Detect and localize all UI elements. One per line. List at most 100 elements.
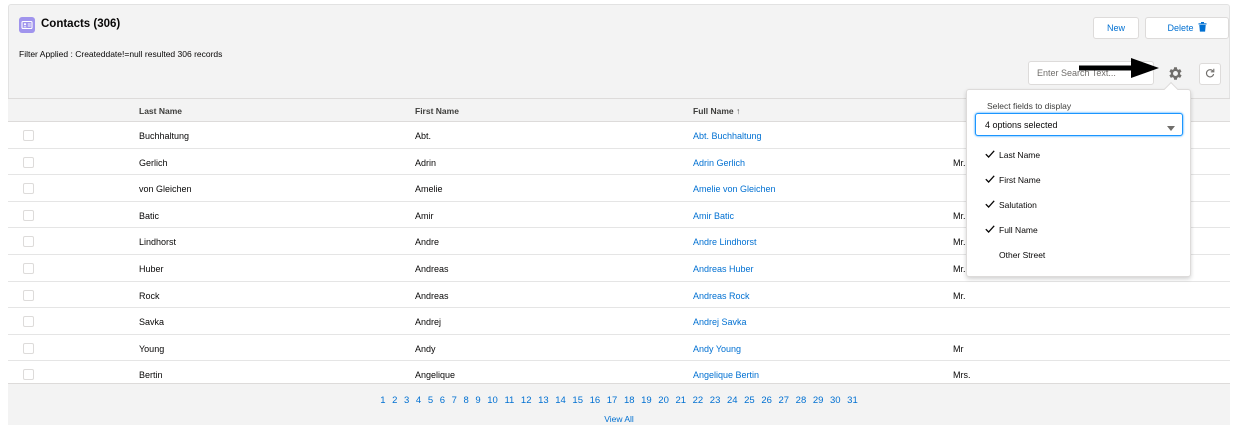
cell-full-name-link[interactable]: Andre Lindhorst <box>693 237 757 247</box>
checkmark-icon <box>985 175 995 185</box>
cell-full-name-link[interactable]: Andy Young <box>693 344 741 354</box>
page-link-20[interactable]: 20 <box>658 395 669 406</box>
row-checkbox[interactable] <box>23 262 34 274</box>
row-checkbox[interactable] <box>23 130 34 141</box>
page-title: Contacts (306) <box>41 18 121 30</box>
column-header-full-name-label: Full Name <box>693 106 734 116</box>
cell-salutation: Mr. <box>953 157 966 168</box>
row-checkbox[interactable] <box>23 289 34 301</box>
row-checkbox[interactable] <box>23 236 34 248</box>
page-link-4[interactable]: 4 <box>416 395 421 406</box>
page-link-3[interactable]: 3 <box>404 395 409 406</box>
page-link-8[interactable]: 8 <box>463 395 468 406</box>
page-link-10[interactable]: 10 <box>487 395 498 406</box>
cell-last-name: Bertin <box>139 370 163 381</box>
cell-full-name-link[interactable]: Andrej Savka <box>693 317 747 327</box>
page-link-24[interactable]: 24 <box>727 395 738 406</box>
page-link-30[interactable]: 30 <box>830 395 841 406</box>
view-all-link[interactable]: View All <box>8 414 1230 424</box>
page-link-11[interactable]: 11 <box>504 395 514 406</box>
annotation-arrow <box>1079 58 1159 78</box>
delete-button[interactable]: Delete <box>1145 17 1229 39</box>
page-link-22[interactable]: 22 <box>693 395 704 406</box>
field-option[interactable]: First Name <box>975 167 1183 192</box>
pagination: 1 2 3 4 5 6 7 8 9 10 11 12 13 14 15 16 17 18 19 20 21 22 23 24 2… <box>8 383 1230 425</box>
page-link-29[interactable]: 29 <box>813 395 824 406</box>
cell-last-name: Buchhaltung <box>139 131 190 141</box>
row-checkbox[interactable] <box>23 156 34 168</box>
filter-summary: Filter Applied : Createddate!=null resul… <box>19 49 223 59</box>
cell-last-name: Young <box>139 343 165 354</box>
cell-first-name: Amir <box>415 210 434 221</box>
page-link-14[interactable]: 14 <box>555 395 566 406</box>
column-header-full-name[interactable]: Full Name ↑ <box>693 106 740 116</box>
cell-full-name-link[interactable]: Andreas Rock <box>693 291 750 301</box>
gear-icon[interactable] <box>1165 63 1185 83</box>
row-checkbox[interactable] <box>23 369 34 381</box>
caret-down-icon <box>1167 123 1175 133</box>
contact-card-icon <box>19 17 35 33</box>
page-link-15[interactable]: 15 <box>572 395 583 406</box>
cell-last-name: Rock <box>139 290 160 301</box>
cell-first-name: Andre <box>415 237 440 248</box>
refresh-icon <box>1205 68 1215 80</box>
table-row: Rock Andreas Andreas Rock Mr. <box>8 281 1230 309</box>
field-picker-value: 4 options selected <box>985 120 1058 130</box>
table-row: Savka Andrej Andrej Savka <box>8 308 1230 335</box>
new-button-label: New <box>1106 23 1125 33</box>
page-link-19[interactable]: 19 <box>641 395 652 406</box>
page-link-1[interactable]: 1 <box>380 395 385 406</box>
column-header-first-name[interactable]: First Name <box>415 106 459 116</box>
cell-first-name: Andreas <box>415 290 449 301</box>
new-button[interactable]: New <box>1093 17 1139 39</box>
cell-full-name-link[interactable]: Adrin Gerlich <box>693 158 745 168</box>
field-option[interactable]: Salutation <box>975 192 1183 217</box>
trash-icon <box>1198 22 1207 34</box>
page-link-25[interactable]: 25 <box>744 395 755 406</box>
row-checkbox[interactable] <box>23 342 34 354</box>
page-link-26[interactable]: 26 <box>761 395 772 406</box>
page-link-2[interactable]: 2 <box>392 395 397 406</box>
cell-last-name: Huber <box>139 263 164 274</box>
field-option[interactable]: Other City <box>975 267 1183 276</box>
field-option[interactable]: Last Name <box>975 142 1183 167</box>
page-link-27[interactable]: 27 <box>778 395 789 406</box>
page-link-6[interactable]: 6 <box>440 395 445 406</box>
page-link-31[interactable]: 31 <box>847 395 858 406</box>
field-option[interactable]: Other Street <box>975 242 1183 267</box>
page-link-17[interactable]: 17 <box>607 395 618 406</box>
page-link-13[interactable]: 13 <box>538 395 549 406</box>
page-link-7[interactable]: 7 <box>452 395 457 406</box>
page-link-16[interactable]: 16 <box>590 395 601 406</box>
cell-salutation: Mr <box>953 343 964 354</box>
field-picker-select[interactable]: 4 options selected <box>975 113 1183 136</box>
page-link-23[interactable]: 23 <box>710 395 721 406</box>
refresh-button[interactable] <box>1199 63 1221 85</box>
row-checkbox[interactable] <box>23 209 34 221</box>
page-link-5[interactable]: 5 <box>428 395 433 406</box>
cell-first-name: Andy <box>415 343 436 354</box>
cell-full-name-link[interactable]: Amelie von Gleichen <box>693 184 776 194</box>
page-link-28[interactable]: 28 <box>796 395 807 406</box>
cell-last-name: von Gleichen <box>139 184 192 195</box>
row-checkbox[interactable] <box>23 183 34 195</box>
page-link-12[interactable]: 12 <box>521 395 532 406</box>
row-checkbox[interactable] <box>23 316 34 328</box>
column-header-last-name[interactable]: Last Name <box>139 106 182 116</box>
sort-arrow-up-icon: ↑ <box>736 106 741 116</box>
checkmark-icon <box>985 150 995 160</box>
page-link-18[interactable]: 18 <box>624 395 635 406</box>
page-link-21[interactable]: 21 <box>675 395 686 406</box>
cell-full-name-link[interactable]: Amir Batic <box>693 211 734 221</box>
cell-last-name: Lindhorst <box>139 237 177 248</box>
table-row: Young Andy Andy Young Mr <box>8 334 1230 362</box>
field-option-label: Full Name <box>999 225 1038 235</box>
cell-full-name-link[interactable]: Andreas Huber <box>693 264 754 274</box>
cell-first-name: Andrej <box>415 317 442 328</box>
field-picker-label: Select fields to display <box>987 101 1072 111</box>
cell-salutation: Mr. <box>953 210 966 221</box>
page-link-9[interactable]: 9 <box>475 395 480 406</box>
field-option[interactable]: Full Name <box>975 217 1183 242</box>
cell-full-name-link[interactable]: Abt. Buchhaltung <box>693 131 762 141</box>
cell-full-name-link[interactable]: Angelique Bertin <box>693 370 759 380</box>
